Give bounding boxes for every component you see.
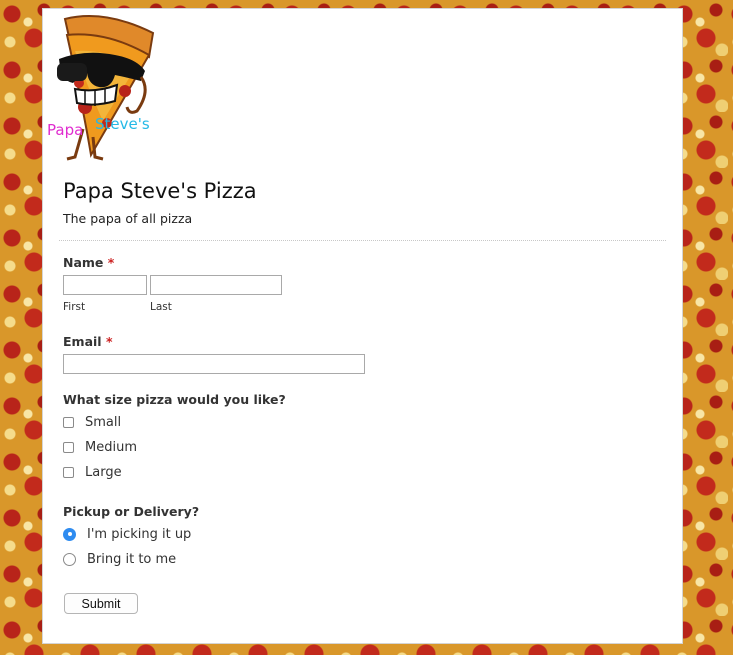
name-label: Name * [63,255,114,270]
logo-text-steve: Steve's [95,115,150,133]
last-name-sublabel: Last [150,301,172,313]
size-option-label: Large [85,464,122,480]
email-input[interactable] [63,354,365,374]
last-name-input[interactable] [150,275,282,295]
size-option-label: Medium [85,439,137,455]
name-label-text: Name [63,255,104,270]
size-option-large[interactable]: Large [63,464,122,480]
divider [59,240,666,241]
size-option-medium[interactable]: Medium [63,439,137,455]
delivery-option-delivery[interactable]: Bring it to me [63,551,176,567]
delivery-question-label: Pickup or Delivery? [63,504,200,519]
submit-button[interactable]: Submit [64,593,138,614]
delivery-option-label: Bring it to me [87,551,177,567]
radio-button-selected[interactable] [63,527,76,541]
logo: Papa Steve's [45,11,157,161]
delivery-option-pickup[interactable]: I'm picking it up [63,526,191,542]
checkbox[interactable] [63,466,74,478]
form-card: Papa Steve's Papa Steve's Pizza The papa… [42,8,683,644]
email-label-text: Email [63,334,102,349]
required-mark: * [105,334,113,349]
checkbox[interactable] [63,416,74,428]
radio-button[interactable] [63,552,76,566]
logo-text-papa: Papa [47,121,84,139]
email-label: Email * [63,334,112,349]
size-option-label: Small [85,414,122,430]
size-question-label: What size pizza would you like? [63,392,286,407]
required-mark: * [107,255,115,270]
checkbox[interactable] [63,441,74,453]
page-subtitle: The papa of all pizza [63,211,193,226]
size-option-small[interactable]: Small [63,414,121,430]
first-name-input[interactable] [63,275,147,295]
page-title: Papa Steve's Pizza [63,179,257,203]
delivery-option-label: I'm picking it up [87,526,192,542]
first-name-sublabel: First [63,301,86,313]
